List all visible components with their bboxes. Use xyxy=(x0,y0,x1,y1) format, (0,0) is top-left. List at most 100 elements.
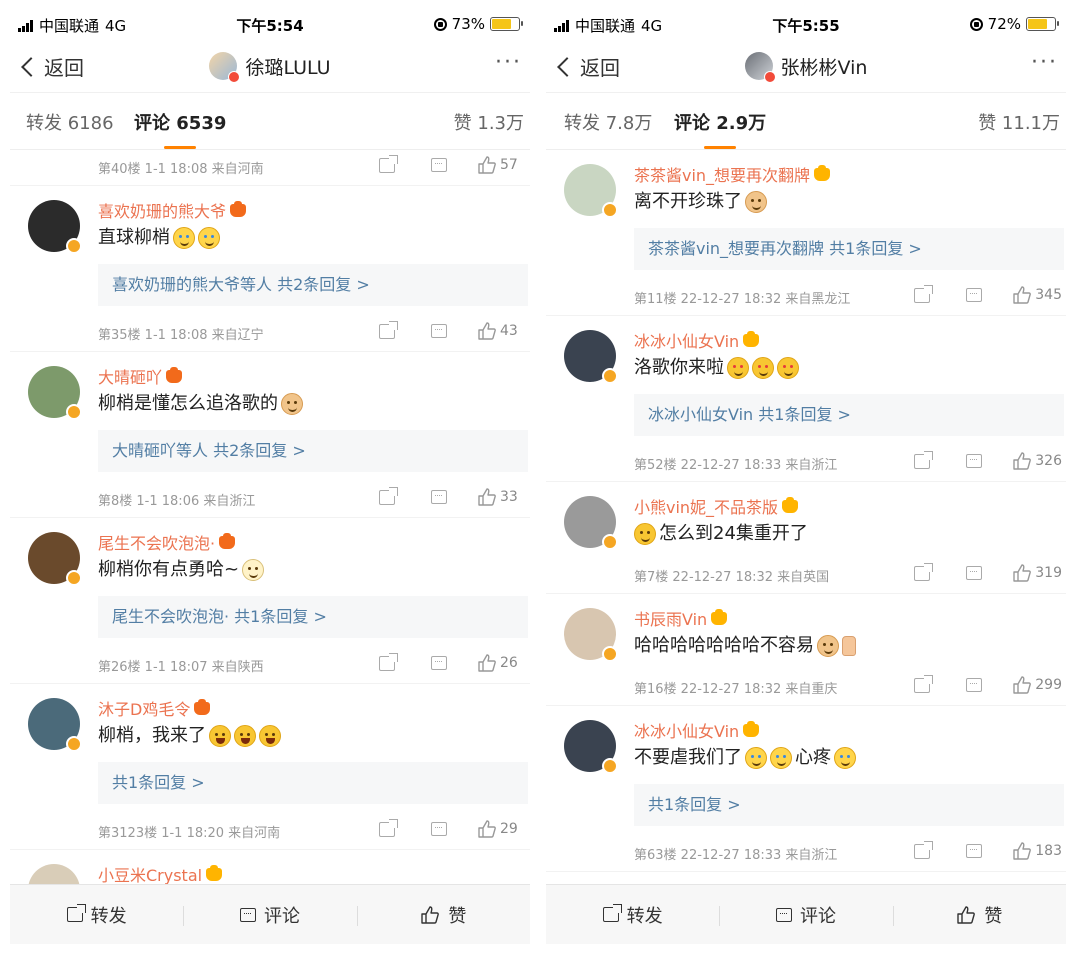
verified-badge xyxy=(602,534,618,550)
comment-username[interactable]: 大晴砸吖 xyxy=(98,364,528,388)
comment-username[interactable]: 小熊vin妮_不品茶版 xyxy=(634,494,1064,518)
share-icon[interactable] xyxy=(379,486,398,505)
comment-username[interactable]: 冰冰小仙女Vin xyxy=(634,718,1064,742)
tab-repost[interactable]: 转发 6186 xyxy=(26,109,114,135)
avatar[interactable] xyxy=(28,864,80,884)
nav-title[interactable]: 张彬彬Vin xyxy=(546,52,1066,83)
share-icon[interactable] xyxy=(914,562,934,581)
comment-icon[interactable] xyxy=(431,158,447,172)
tab-likes[interactable]: 赞 11.1万 xyxy=(978,109,1060,135)
crown-icon xyxy=(194,698,211,715)
avatar[interactable] xyxy=(28,698,82,752)
avatar[interactable] xyxy=(28,366,82,420)
comment-username[interactable]: 沐子D鸡毛令 xyxy=(98,696,528,720)
comment-list[interactable]: 第40楼 1-1 18:08 来自河南 57 喜欢奶珊的熊大爷 直球柳梢喜欢奶珊的… xyxy=(10,150,530,884)
reply-thread-link[interactable]: 共1条回复 > xyxy=(634,784,1064,826)
verified-badge xyxy=(66,404,82,420)
reply-thread-link[interactable]: 冰冰小仙女Vin 共1条回复 > xyxy=(634,394,1064,436)
avatar[interactable] xyxy=(564,608,618,662)
comment-icon[interactable] xyxy=(966,454,983,468)
tab-likes[interactable]: 赞 1.3万 xyxy=(454,109,524,135)
comment-username[interactable]: 书辰雨Vin xyxy=(634,606,1064,630)
like-button[interactable]: 赞 xyxy=(892,902,1066,928)
like-button[interactable]: 319 xyxy=(1012,563,1062,583)
comment-username[interactable]: 尾生不会吹泡泡· xyxy=(98,530,528,554)
tab-repost[interactable]: 转发 7.8万 xyxy=(564,109,652,135)
share-icon[interactable] xyxy=(379,652,398,671)
comment-button[interactable]: 评论 xyxy=(719,902,892,928)
comment-icon[interactable] xyxy=(966,678,983,692)
like-button[interactable]: 33 xyxy=(477,487,526,507)
comment-icon[interactable] xyxy=(966,288,983,302)
like-button[interactable]: 345 xyxy=(1012,285,1062,305)
like-button[interactable]: 299 xyxy=(1012,675,1062,695)
like-button[interactable]: 29 xyxy=(477,819,526,839)
comment-item: 小熊vin妮_不品茶版 怎么到24集重开了 xyxy=(546,482,1066,558)
avatar[interactable] xyxy=(28,532,82,586)
crown-icon xyxy=(166,366,183,383)
share-icon[interactable] xyxy=(914,674,934,693)
like-button[interactable]: 赞 xyxy=(356,902,530,928)
comment-icon[interactable] xyxy=(431,822,447,836)
avatar[interactable] xyxy=(564,164,618,218)
comment-icon[interactable] xyxy=(431,490,447,504)
dog-emoji-icon xyxy=(817,635,839,657)
comment-username[interactable]: 喜欢奶珊的熊大爷 xyxy=(98,198,528,222)
nav-title[interactable]: 徐璐LULU xyxy=(10,52,530,83)
share-icon[interactable] xyxy=(914,450,934,469)
more-button[interactable]: ··· xyxy=(1031,50,1058,75)
like-button[interactable]: 26 xyxy=(477,653,526,673)
battery-percent: 72% xyxy=(987,15,1021,33)
comment-username[interactable]: 小豆米Crystal xyxy=(98,862,528,884)
hearts-emoji-icon xyxy=(727,357,749,379)
rotation-lock-icon xyxy=(969,17,983,31)
avatar[interactable] xyxy=(564,330,618,384)
tab-comments[interactable]: 评论 2.9万 xyxy=(674,109,766,149)
comment-item: 老白和小茉莉vin xyxy=(546,872,1066,884)
share-icon[interactable] xyxy=(379,154,398,173)
reply-thread-link[interactable]: 喜欢奶珊的熊大爷等人 共2条回复 > xyxy=(98,264,528,306)
share-icon[interactable] xyxy=(379,320,398,339)
share-icon[interactable] xyxy=(379,818,398,837)
share-icon[interactable] xyxy=(914,284,934,303)
comment-icon[interactable] xyxy=(966,844,983,858)
comment-icon[interactable] xyxy=(431,656,447,670)
comment-item: 茶茶酱vin_想要再次翻牌 离不开珍珠了 茶茶酱vin_想要再次翻牌 共1条回复 > xyxy=(546,150,1066,280)
reply-thread-link[interactable]: 茶茶酱vin_想要再次翻牌 共1条回复 > xyxy=(634,228,1064,270)
like-button[interactable]: 43 xyxy=(477,321,526,341)
nav-bar: 返回 张彬彬Vin ··· xyxy=(546,40,1066,92)
reply-thread-link[interactable]: 共1条回复 > xyxy=(98,762,528,804)
comment-list[interactable]: 茶茶酱vin_想要再次翻牌 离不开珍珠了 茶茶酱vin_想要再次翻牌 共1条回复 >… xyxy=(546,150,1066,884)
comment-text: 直球柳梢 xyxy=(98,224,528,252)
like-button[interactable]: 326 xyxy=(1012,451,1062,471)
comment-username[interactable]: 茶茶酱vin_想要再次翻牌 xyxy=(634,162,1064,186)
comment-icon[interactable] xyxy=(431,324,447,338)
thumbs-up-icon xyxy=(420,905,440,925)
thumbs-up-icon xyxy=(1012,841,1032,861)
comment-icon[interactable] xyxy=(966,566,983,580)
comment-text: 柳梢，我来了 xyxy=(98,722,528,750)
comment-username[interactable]: 冰冰小仙女Vin xyxy=(634,328,1064,352)
thumbs-up-icon xyxy=(477,487,497,507)
like-button[interactable]: 183 xyxy=(1012,841,1062,861)
comment-icon xyxy=(239,907,256,922)
avatar[interactable] xyxy=(564,496,618,550)
repost-button[interactable]: 转发 xyxy=(546,902,719,928)
reply-thread-link[interactable]: 大晴砸吖等人 共2条回复 > xyxy=(98,430,528,472)
comment-text: 洛歌你来啦 xyxy=(634,354,1064,382)
repost-button[interactable]: 转发 xyxy=(10,902,183,928)
comment-button[interactable]: 评论 xyxy=(183,902,356,928)
comment-item: 书辰雨Vin 哈哈哈哈哈哈哈不容易 xyxy=(546,594,1066,670)
avatar[interactable] xyxy=(28,200,82,254)
status-bar: 中国联通 4G 下午5:54 73% xyxy=(10,10,530,40)
verified-badge xyxy=(602,758,618,774)
more-button[interactable]: ··· xyxy=(495,50,522,75)
comment-meta: 第7楼 22-12-27 18:32 来自英国 319 xyxy=(546,558,1066,594)
like-button[interactable]: 57 xyxy=(477,155,526,175)
reply-thread-link[interactable]: 尾生不会吹泡泡· 共1条回复 > xyxy=(98,596,528,638)
share-icon[interactable] xyxy=(914,840,934,859)
tab-comments[interactable]: 评论 6539 xyxy=(134,109,226,149)
comment-meta: 第40楼 1-1 18:08 来自河南 57 xyxy=(10,150,530,186)
avatar[interactable] xyxy=(564,720,618,774)
battery-percent: 73% xyxy=(451,15,485,33)
